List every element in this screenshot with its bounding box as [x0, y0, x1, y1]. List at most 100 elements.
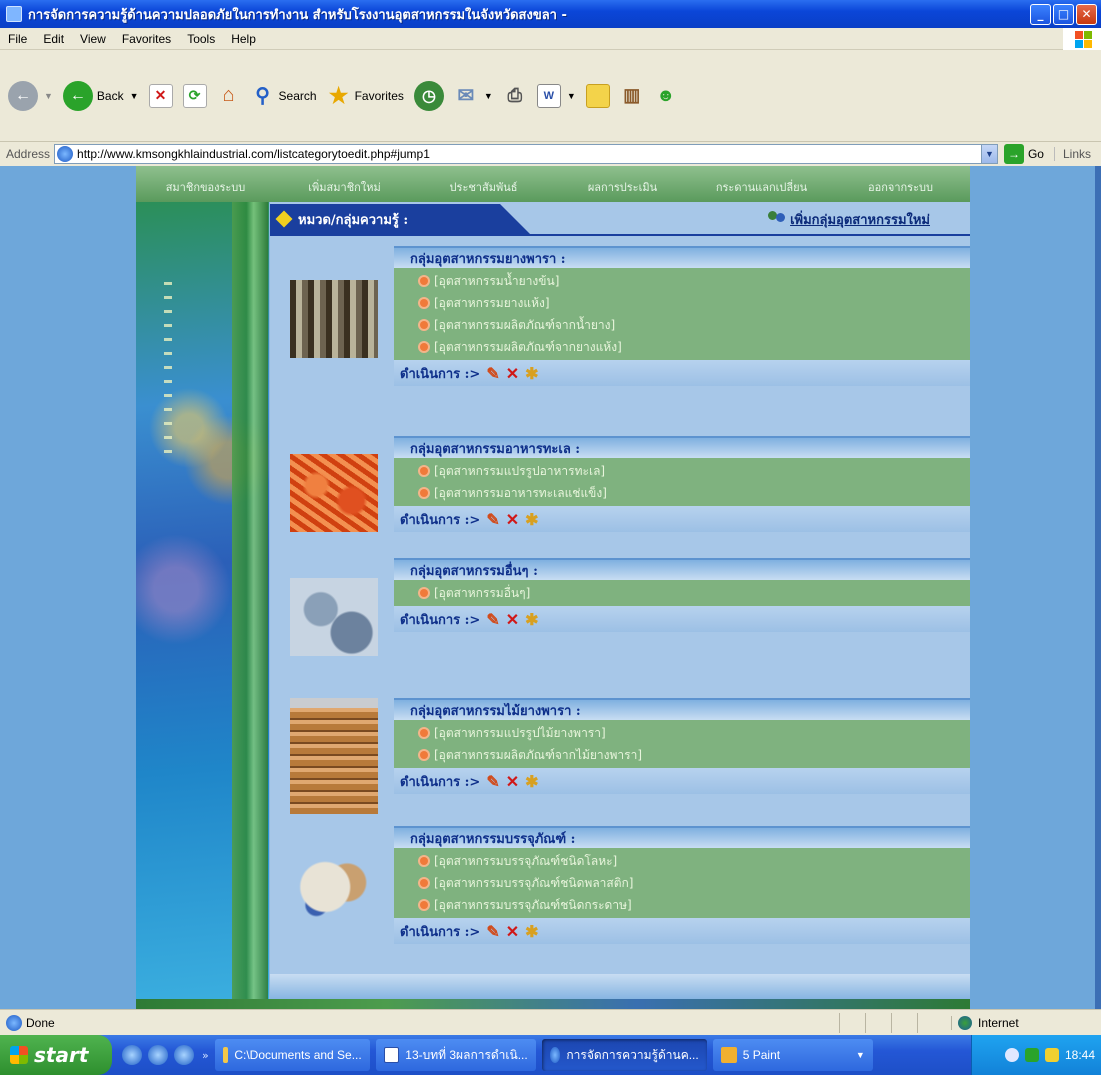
nav-add-member[interactable]: เพิ่มสมาชิกใหม่: [275, 178, 414, 196]
group-panel: กลุ่มอุตสาหกรรมไม้ยางพารา : [อุตสาหกรรมแ…: [394, 698, 970, 794]
group-title: กลุ่มอุตสาหกรรมอื่นๆ :: [394, 558, 970, 580]
history-icon: ◷: [413, 80, 444, 111]
item-label[interactable]: [อุตสาหกรรมผลิตภัณฑ์จากยางแห้ง]: [434, 338, 622, 357]
delete-x-icon[interactable]: ✕: [506, 364, 519, 383]
item-label[interactable]: [อุตสาหกรรมบรรจุภัณฑ์ชนิดพลาสติก]: [434, 874, 633, 893]
menu-favorites[interactable]: Favorites: [114, 32, 179, 46]
messenger-button[interactable]: ☻: [654, 84, 678, 108]
status-text: Done: [26, 1015, 55, 1030]
nav-evaluation[interactable]: ผลการประเมิน: [553, 178, 692, 196]
delete-x-icon[interactable]: ✕: [506, 510, 519, 529]
forward-back-button[interactable]: ← Back ▼: [62, 80, 139, 111]
mail-button[interactable]: ✉ ▼: [454, 84, 493, 108]
go-button[interactable]: → Go: [1003, 144, 1044, 164]
clock[interactable]: 18:44: [1065, 1048, 1095, 1062]
nav-logout[interactable]: ออกจากระบบ: [831, 178, 970, 196]
address-url[interactable]: http://www.kmsongkhlaindustrial.com/list…: [77, 147, 981, 161]
menu-file[interactable]: File: [0, 32, 35, 46]
nav-members[interactable]: สมาชิกของระบบ: [136, 178, 275, 196]
add-item-icon[interactable]: ✱: [525, 364, 538, 383]
add-item-icon[interactable]: ✱: [525, 922, 538, 941]
links-button[interactable]: Links: [1053, 147, 1091, 161]
refresh-button[interactable]: ⟳: [182, 83, 207, 108]
section-header: หมวด/กลุ่มความรู้ : เพิ่มกลุ่มอุตสาหกรรม…: [270, 204, 970, 234]
item-label[interactable]: [อุตสาหกรรมน้ำยางข้น]: [434, 272, 559, 291]
add-item-icon[interactable]: ✱: [525, 610, 538, 629]
delete-x-icon[interactable]: ✕: [506, 772, 519, 791]
menu-help[interactable]: Help: [223, 32, 264, 46]
add-group-link[interactable]: เพิ่มกลุ่มอุตสาหกรรมใหม่: [768, 204, 930, 234]
task-paint[interactable]: 5 Paint ▼: [712, 1039, 873, 1071]
list-item[interactable]: [อุตสาหกรรมอื่นๆ]: [420, 582, 970, 604]
item-label[interactable]: [อุตสาหกรรมผลิตภัณฑ์จากน้ำยาง]: [434, 316, 615, 335]
tray-back-icon[interactable]: [1004, 1048, 1019, 1062]
add-item-icon[interactable]: ✱: [525, 510, 538, 529]
task-explorer[interactable]: C:\Documents and Se...: [214, 1039, 370, 1071]
list-item[interactable]: [อุตสาหกรรมน้ำยางข้น]: [420, 270, 970, 292]
edit-pencil-icon[interactable]: ✎: [486, 510, 499, 529]
tray-volume-icon[interactable]: [1044, 1048, 1059, 1062]
list-item[interactable]: [อุตสาหกรรมบรรจุภัณฑ์ชนิดพลาสติก]: [420, 872, 970, 894]
address-dropdown-icon[interactable]: ▼: [980, 145, 997, 163]
refresh-icon: ⟳: [182, 83, 207, 108]
back-button[interactable]: ← ▼: [8, 80, 53, 111]
minimize-button[interactable]: _: [1030, 3, 1051, 25]
list-item[interactable]: [อุตสาหกรรมอาหารทะเลแช่แข็ง]: [420, 482, 970, 504]
menu-view[interactable]: View: [72, 32, 114, 46]
maximize-button[interactable]: □: [1053, 3, 1074, 25]
nav-board[interactable]: กระดานแลกเปลี่ยน: [692, 178, 831, 196]
history-button[interactable]: ◷: [413, 80, 444, 111]
ie-quicklaunch-icon-2[interactable]: [148, 1045, 168, 1065]
item-label[interactable]: [อุตสาหกรรมอื่นๆ]: [434, 584, 530, 603]
task-label: 5 Paint: [742, 1048, 781, 1062]
list-item[interactable]: [อุตสาหกรรมแปรรูปอาหารทะเล]: [420, 460, 970, 482]
item-label[interactable]: [อุตสาหกรรมผลิตภัณฑ์จากไม้ยางพารา]: [434, 746, 642, 765]
research-button[interactable]: ▥: [620, 84, 644, 108]
menu-tools[interactable]: Tools: [179, 32, 223, 46]
ie-quicklaunch-icon[interactable]: [122, 1045, 142, 1065]
edit-pencil-icon[interactable]: ✎: [486, 610, 499, 629]
nav-announcements[interactable]: ประชาสัมพันธ์: [414, 178, 553, 196]
list-item[interactable]: [อุตสาหกรรมแปรรูปไม้ยางพารา]: [420, 722, 970, 744]
item-label[interactable]: [อุตสาหกรรมยางแห้ง]: [434, 294, 550, 313]
item-label[interactable]: [อุตสาหกรรมอาหารทะเลแช่แข็ง]: [434, 484, 607, 503]
list-item[interactable]: [อุตสาหกรรมบรรจุภัณฑ์ชนิดกระดาษ]: [420, 894, 970, 916]
task-browser[interactable]: การจัดการความรู้ด้านค...: [541, 1039, 707, 1071]
stop-button[interactable]: ✕: [148, 83, 173, 108]
list-item[interactable]: [อุตสาหกรรมยางแห้ง]: [420, 292, 970, 314]
group-actions: ดำเนินการ :> ✎ ✕ ✱: [394, 768, 970, 794]
list-item[interactable]: [อุตสาหกรรมผลิตภัณฑ์จากยางแห้ง]: [420, 336, 970, 358]
page-viewport: สมาชิกของระบบ เพิ่มสมาชิกใหม่ ประชาสัมพั…: [0, 166, 1101, 1009]
edit-pencil-icon[interactable]: ✎: [486, 772, 499, 791]
ie-quicklaunch-icon-3[interactable]: [174, 1045, 194, 1065]
home-button[interactable]: ⌂: [217, 84, 241, 108]
list-item[interactable]: [อุตสาหกรรมผลิตภัณฑ์จากไม้ยางพารา]: [420, 744, 970, 766]
section-title: หมวด/กลุ่มความรู้ :: [298, 212, 409, 228]
start-button[interactable]: start: [0, 1035, 112, 1075]
edit-pencil-icon[interactable]: ✎: [486, 364, 499, 383]
back-arrow-icon: ←: [62, 80, 93, 111]
scrollbar[interactable]: [1095, 166, 1101, 1009]
list-item[interactable]: [อุตสาหกรรมผลิตภัณฑ์จากน้ำยาง]: [420, 314, 970, 336]
address-field[interactable]: http://www.kmsongkhlaindustrial.com/list…: [54, 144, 998, 164]
close-button[interactable]: ✕: [1076, 3, 1097, 25]
edit-word-button[interactable]: W ▼: [536, 83, 576, 108]
tray-network-icon[interactable]: [1024, 1048, 1039, 1062]
item-label[interactable]: [อุตสาหกรรมบรรจุภัณฑ์ชนิดโลหะ]: [434, 852, 617, 871]
print-button[interactable]: ⎙: [503, 84, 527, 108]
item-label[interactable]: [อุตสาหกรรมแปรรูปไม้ยางพารา]: [434, 724, 606, 743]
add-item-icon[interactable]: ✱: [525, 772, 538, 791]
search-button[interactable]: ⚲ Search: [251, 84, 316, 108]
list-item[interactable]: [อุตสาหกรรมบรรจุภัณฑ์ชนิดโลหะ]: [420, 850, 970, 872]
delete-x-icon[interactable]: ✕: [506, 922, 519, 941]
quicklaunch-chevron-icon[interactable]: »: [202, 1049, 209, 1062]
task-word[interactable]: 13-บทที่ 3ผลการดำเนิ...: [375, 1039, 536, 1071]
favorites-button[interactable]: ★ Favorites: [327, 83, 404, 108]
edit-pencil-icon[interactable]: ✎: [486, 922, 499, 941]
delete-x-icon[interactable]: ✕: [506, 610, 519, 629]
item-label[interactable]: [อุตสาหกรรมแปรรูปอาหารทะเล]: [434, 462, 605, 481]
item-label[interactable]: [อุตสาหกรรมบรรจุภัณฑ์ชนิดกระดาษ]: [434, 896, 632, 915]
discuss-button[interactable]: [585, 83, 610, 108]
menu-edit[interactable]: Edit: [35, 32, 72, 46]
add-group-label[interactable]: เพิ่มกลุ่มอุตสาหกรรมใหม่: [790, 209, 930, 230]
